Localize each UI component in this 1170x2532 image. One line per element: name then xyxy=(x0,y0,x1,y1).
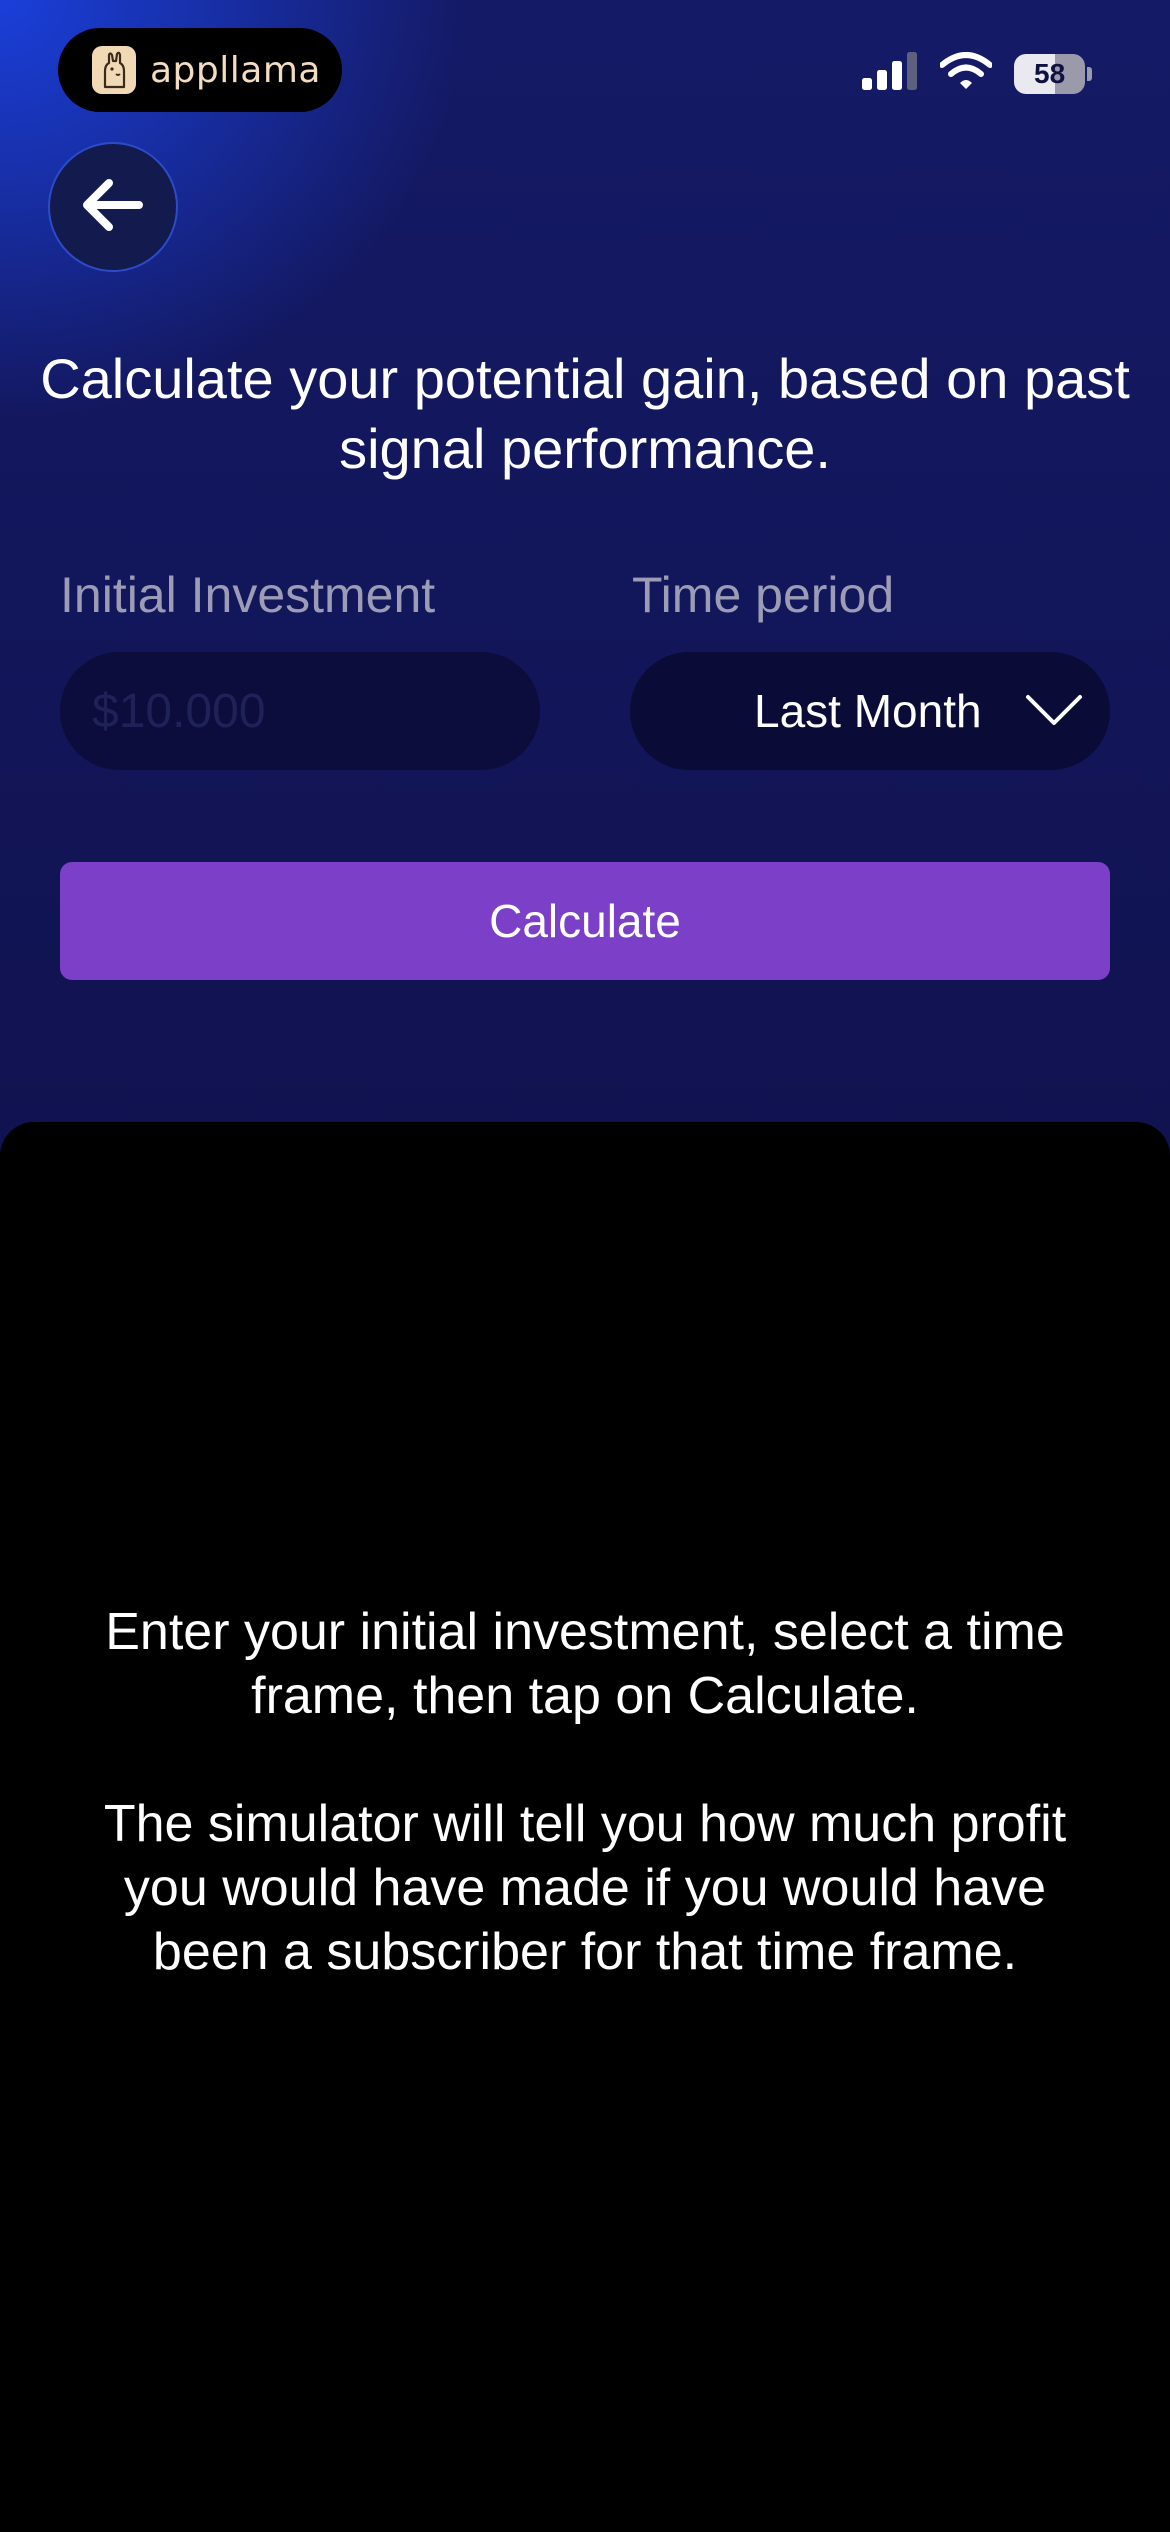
cellular-signal-icon xyxy=(862,52,918,95)
battery-icon: 58 xyxy=(1014,53,1092,94)
battery-level: 58 xyxy=(1034,57,1066,89)
app-indicator-pill[interactable]: appllama xyxy=(58,28,342,112)
wifi-icon xyxy=(939,52,993,95)
instructions-text: Enter your initial investment, select a … xyxy=(70,1600,1100,1984)
chevron-down-icon xyxy=(1024,692,1084,733)
system-status-icons: 58 xyxy=(862,52,1092,95)
llama-logo-icon xyxy=(92,46,136,94)
back-button[interactable] xyxy=(48,142,178,272)
results-panel: Enter your initial investment, select a … xyxy=(0,1122,1170,2532)
time-period-dropdown[interactable]: Last Month xyxy=(630,652,1110,770)
page-headline: Calculate your potential gain, based on … xyxy=(40,347,1130,480)
initial-investment-input[interactable] xyxy=(60,652,540,770)
app-name: appllama xyxy=(150,49,321,91)
calculate-button[interactable]: Calculate xyxy=(60,862,1110,980)
instructions-paragraph-2: The simulator will tell you how much pro… xyxy=(103,1795,1067,1981)
initial-investment-label: Initial Investment xyxy=(60,567,436,623)
arrow-left-icon xyxy=(83,178,143,236)
status-bar: appllama 58 xyxy=(0,0,1170,140)
instructions-paragraph-1: Enter your initial investment, select a … xyxy=(105,1603,1065,1725)
time-period-label: Time period xyxy=(632,567,895,623)
time-period-selected-value: Last Month xyxy=(754,685,982,737)
